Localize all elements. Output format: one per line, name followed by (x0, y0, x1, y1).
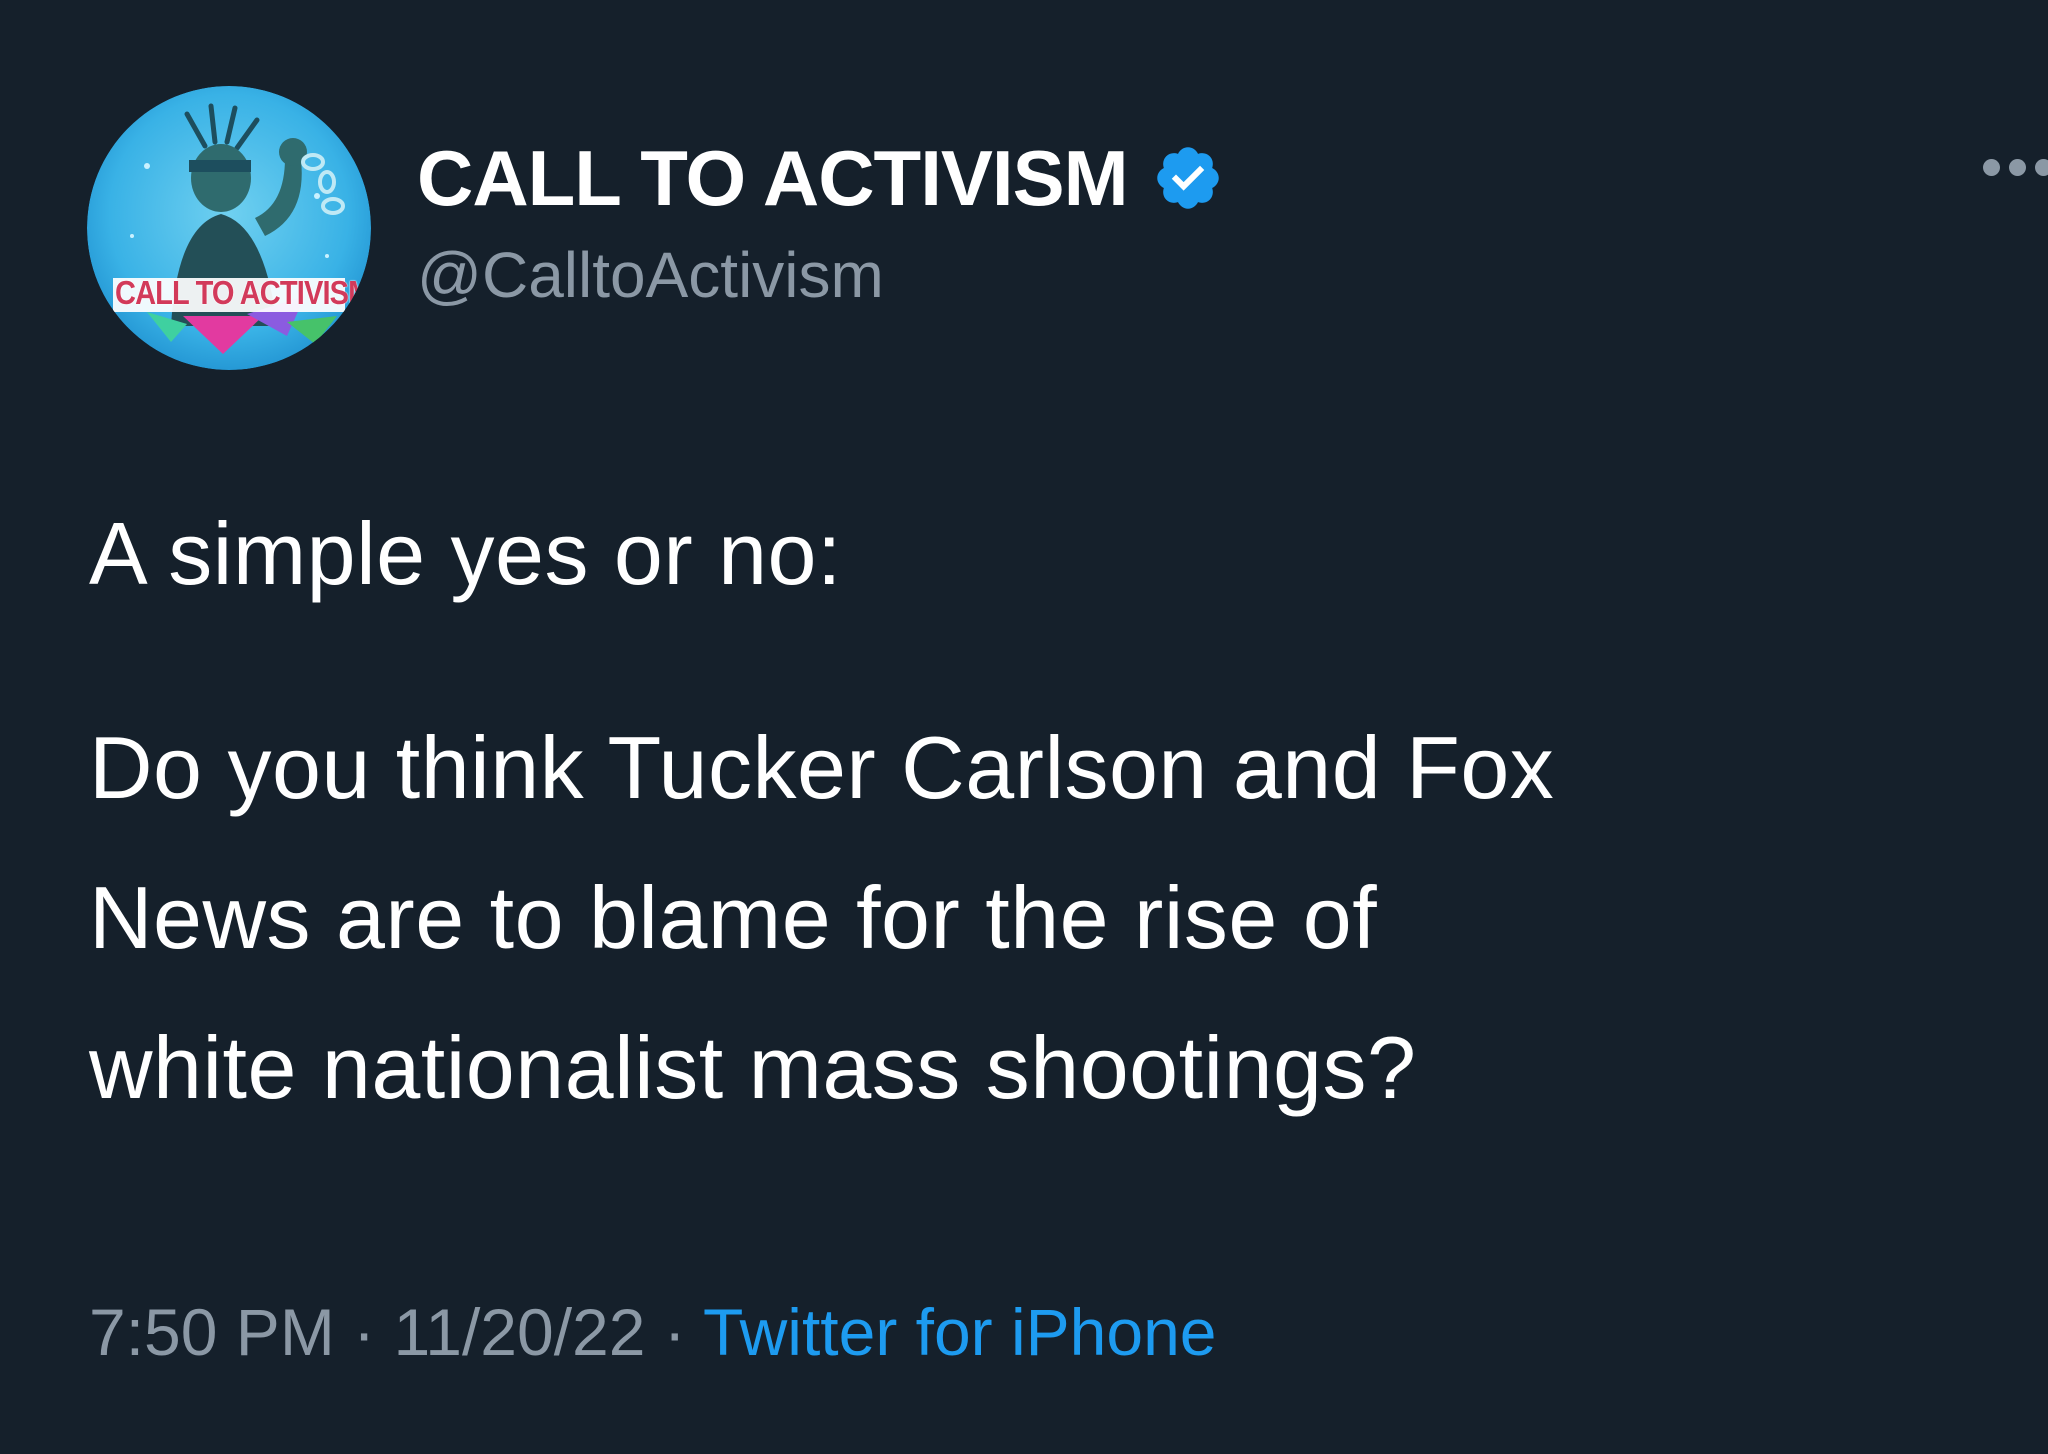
author-handle[interactable]: @CalltoActivism (417, 238, 884, 312)
more-dot (2009, 159, 2026, 176)
tweet-source-link[interactable]: Twitter for iPhone (703, 1295, 1217, 1369)
display-name[interactable]: CALL TO ACTIVISM (417, 133, 1129, 224)
avatar[interactable]: CALL TO ACTIVISM (87, 86, 371, 370)
more-dot (2035, 159, 2048, 176)
more-dot (1983, 159, 2000, 176)
tweet-date[interactable]: 11/20/22 (393, 1295, 645, 1369)
tweet-metadata: 7:50 PM · 11/20/22 · Twitter for iPhone (89, 1294, 1217, 1370)
tweet-text-line: Do you think Tucker Carlson and Fox (89, 718, 1555, 817)
tweet-card: CALL TO ACTIVISM CALL TO ACTIVISM @Callt… (0, 0, 2048, 1454)
tweet-text-line: white nationalist mass shootings? (89, 1018, 1417, 1117)
tweet-time[interactable]: 7:50 PM (89, 1295, 335, 1369)
verified-badge-icon (1156, 147, 1219, 209)
author-name-row[interactable]: CALL TO ACTIVISM (417, 128, 1224, 228)
more-options-icon[interactable] (1983, 159, 2048, 176)
tweet-text-line: A simple yes or no: (89, 504, 842, 603)
meta-separator: · (645, 1295, 703, 1369)
avatar-logo-text: CALL TO ACTIVISM (115, 274, 371, 311)
avatar-statue-of-liberty-logo (87, 86, 371, 370)
tweet-text-line: News are to blame for the rise of (89, 868, 1378, 967)
meta-separator: · (334, 1295, 394, 1369)
